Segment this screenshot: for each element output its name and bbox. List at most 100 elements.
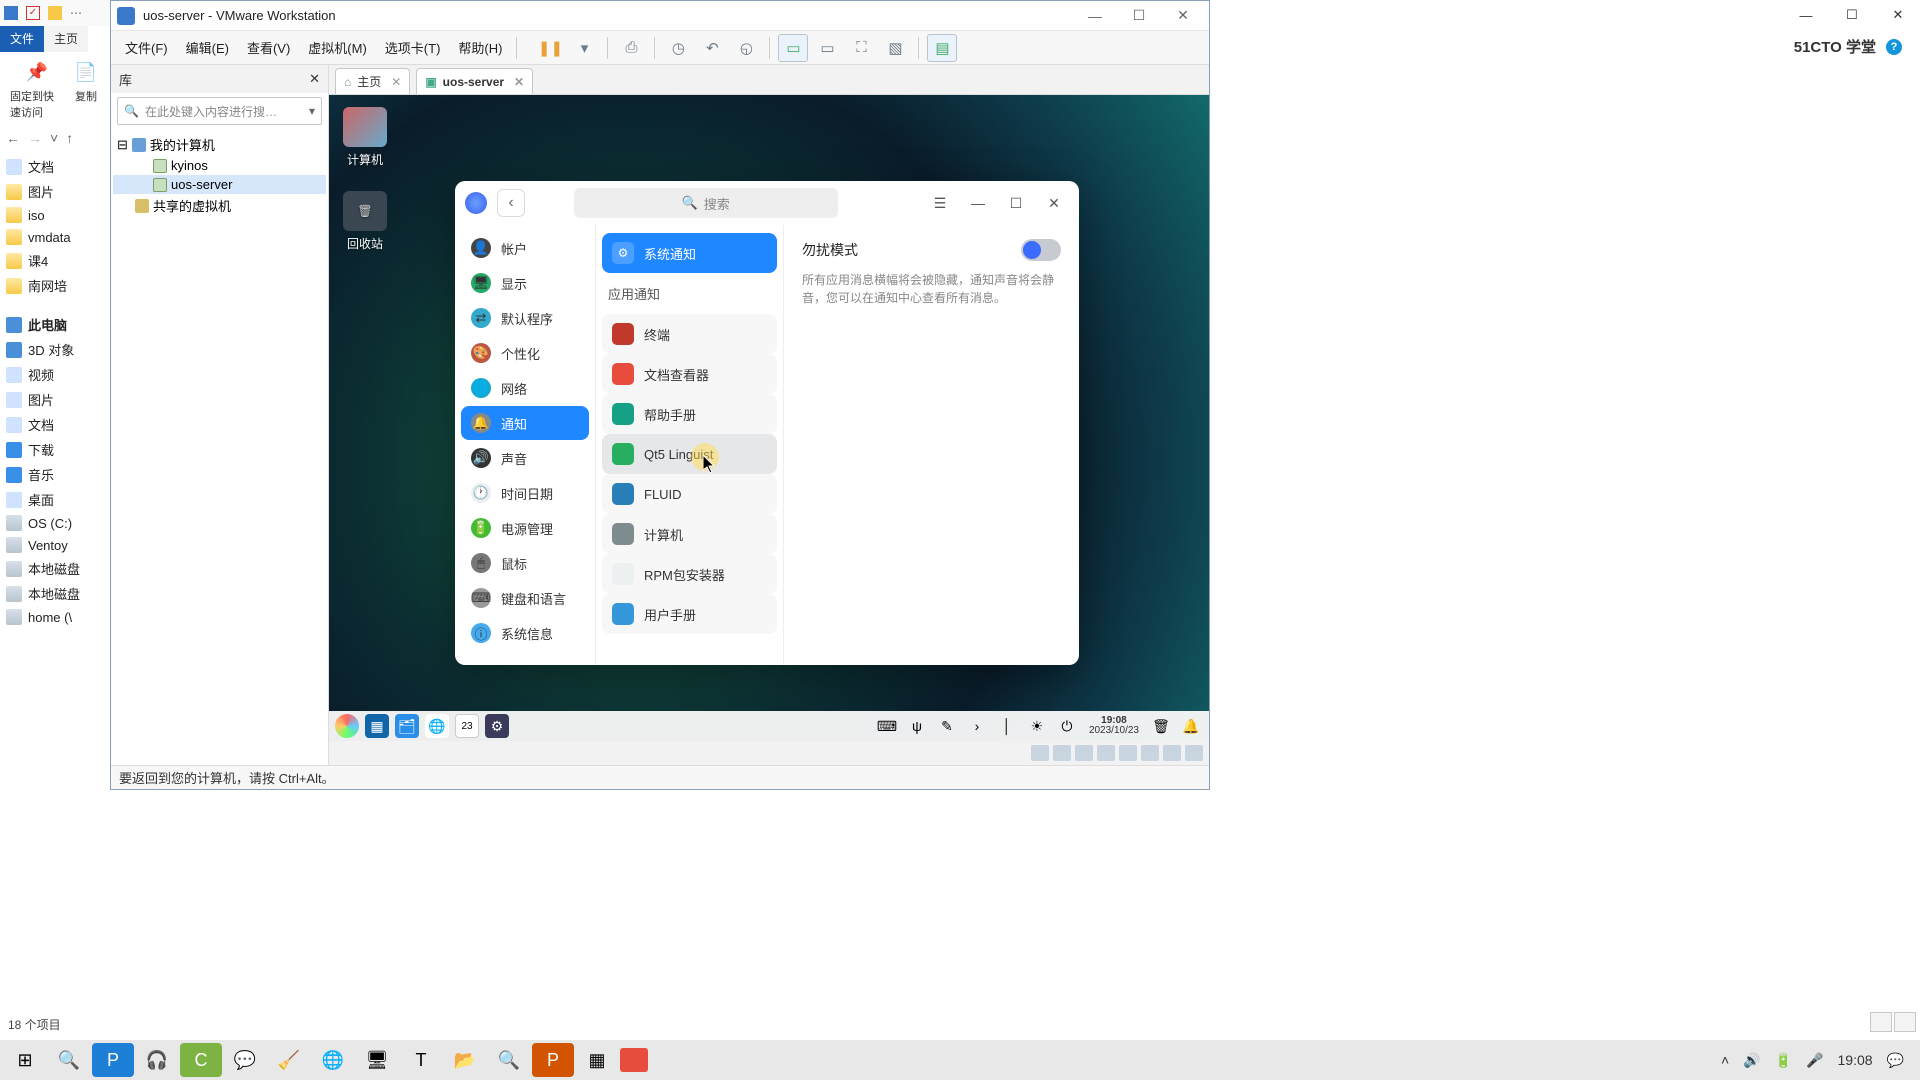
app-notification-item[interactable]: 计算机 [602, 514, 777, 554]
taskbar-app[interactable]: 🎧 [136, 1043, 178, 1077]
explorer-row[interactable]: 文档 [2, 154, 108, 179]
usb-icon[interactable]: ψ [905, 714, 929, 738]
view-fullscreen-icon[interactable]: ⛶ [846, 34, 876, 62]
category-显示[interactable]: 🖥显示 [461, 266, 589, 300]
start-button[interactable]: ⊞ [4, 1043, 46, 1077]
app-notification-item[interactable]: 用户手册 [602, 594, 777, 634]
menu-tabs[interactable]: 选项卡(T) [377, 34, 449, 61]
menu-button[interactable]: ☰ [925, 188, 955, 218]
display-icon[interactable] [1163, 745, 1181, 761]
settings-categories[interactable]: 👤帐户🖥显示⇄默认程序🎨个性化🌐网络🔔通知🔊声音🕐时间日期🔋电源管理🖱鼠标⌨键盘… [455, 225, 595, 665]
close-icon[interactable]: ✕ [391, 75, 401, 89]
taskbar-explorer-icon[interactable]: 📂 [444, 1043, 486, 1077]
multitask-icon[interactable]: ▦ [365, 714, 389, 738]
category-声音[interactable]: 🔊声音 [461, 441, 589, 475]
overflow-icon[interactable]: ⋯ [70, 6, 82, 20]
view-details-icon[interactable] [1870, 1012, 1892, 1032]
explorer-row[interactable]: Ventoy [2, 534, 108, 556]
explorer-row[interactable]: 文档 [2, 412, 108, 437]
explorer-row[interactable]: 桌面 [2, 487, 108, 512]
explorer-row[interactable]: 南网培 [2, 273, 108, 298]
view-console-icon[interactable]: ▭ [778, 34, 808, 62]
network-card-icon[interactable] [1075, 745, 1093, 761]
explorer-row[interactable]: 本地磁盘 [2, 556, 108, 581]
explorer-viewmode[interactable] [1870, 1012, 1916, 1032]
category-默认程序[interactable]: ⇄默认程序 [461, 301, 589, 335]
explorer-tab-home[interactable]: 主页 [44, 26, 88, 52]
close-icon[interactable]: ✕ [514, 75, 524, 89]
host-close-button[interactable]: ✕ [1884, 5, 1912, 25]
explorer-row[interactable]: 图片 [2, 387, 108, 412]
explorer-row[interactable]: iso [2, 204, 108, 226]
windows-taskbar[interactable]: ⊞ 🔍 P 🎧 C 💬 🧹 🌐 🖥 T 📂 🔍 P ▦ ˄ 🔊 🔋 🎤 19:0… [0, 1040, 1920, 1080]
tray-mic-icon[interactable]: 🎤 [1806, 1052, 1823, 1069]
close-button[interactable]: ✕ [1039, 188, 1069, 218]
launcher-icon[interactable] [335, 714, 359, 738]
dropdown-icon[interactable]: ▾ [309, 104, 315, 118]
history-dropdown-icon[interactable]: ˅ [50, 130, 58, 146]
app-notification-item[interactable]: RPM包安装器 [602, 554, 777, 594]
view-stretch-icon[interactable]: ▭ [812, 34, 842, 62]
sound-card-icon[interactable] [1119, 745, 1137, 761]
minimize-button[interactable]: — [963, 188, 993, 218]
app-notification-item[interactable]: 帮助手册 [602, 394, 777, 434]
taskbar-powerpoint-icon[interactable]: P [532, 1043, 574, 1077]
back-icon[interactable]: ← [6, 130, 20, 146]
vmware-titlebar[interactable]: uos-server - VMware Workstation — ☐ ✕ [111, 1, 1209, 31]
vmware-close-button[interactable]: ✕ [1163, 4, 1203, 28]
desktop-computer-icon[interactable]: 计算机 [343, 107, 387, 168]
settings-notification-list[interactable]: ⚙ 系统通知 应用通知 终端文档查看器帮助手册Qt5 LinguistFLUID… [595, 225, 783, 665]
category-电源管理[interactable]: 🔋电源管理 [461, 511, 589, 545]
category-个性化[interactable]: 🎨个性化 [461, 336, 589, 370]
tree-root[interactable]: 我的计算机 [150, 135, 215, 154]
host-minimize-button[interactable]: — [1792, 5, 1820, 25]
library-search-input[interactable]: 🔍 在此处键入内容进行搜… ▾ [117, 97, 322, 125]
taskbar-app[interactable] [620, 1048, 648, 1072]
taskbar-chrome-icon[interactable]: 🌐 [312, 1043, 354, 1077]
category-通知[interactable]: 🔔通知 [461, 406, 589, 440]
taskbar-app[interactable]: T [400, 1043, 442, 1077]
taskbar-vmware-icon[interactable]: ▦ [576, 1043, 618, 1077]
vmware-minimize-button[interactable]: — [1075, 4, 1115, 28]
cd-icon[interactable] [1053, 745, 1071, 761]
clock[interactable]: 19:082023/10/23 [1085, 714, 1143, 738]
app-notification-item[interactable]: 文档查看器 [602, 354, 777, 394]
explorer-row[interactable]: 3D 对象 [2, 337, 108, 362]
copy-button[interactable]: 📄复制 [72, 58, 100, 120]
library-toggle-icon[interactable]: ▤ [927, 34, 957, 62]
category-网络[interactable]: 🌐网络 [461, 371, 589, 405]
tray-chevron-icon[interactable]: ˄ [1721, 1052, 1729, 1068]
category-帐户[interactable]: 👤帐户 [461, 231, 589, 265]
library-tree[interactable]: ⊟我的计算机 kyinos uos-server 共享的虚拟机 [111, 129, 328, 221]
power-icon[interactable]: ⏻ [1055, 714, 1079, 738]
taskbar-app[interactable]: C [180, 1043, 222, 1077]
settings-search-input[interactable]: 🔍 搜索 [574, 188, 838, 218]
taskbar-everything-icon[interactable]: 🔍 [488, 1043, 530, 1077]
taskbar-app[interactable]: P [92, 1043, 134, 1077]
tray-notifications-icon[interactable]: 💬 [1887, 1052, 1904, 1069]
category-时间日期[interactable]: 🕐时间日期 [461, 476, 589, 510]
tray-battery-icon[interactable]: 🔋 [1775, 1052, 1792, 1069]
edit-icon[interactable]: ✎ [935, 714, 959, 738]
library-close-icon[interactable]: ✕ [309, 71, 320, 87]
unity-icon[interactable]: ▧ [880, 34, 910, 62]
printer-icon[interactable] [1097, 745, 1115, 761]
menu-view[interactable]: 查看(V) [239, 34, 298, 61]
app-notification-item[interactable]: 终端 [602, 314, 777, 354]
explorer-row[interactable]: 此电脑 [2, 312, 108, 337]
collapse-icon[interactable]: ⊟ [117, 137, 128, 153]
taskbar-search-icon[interactable]: 🔍 [48, 1043, 90, 1077]
taskbar-desktop-icon[interactable]: 🖥 [356, 1043, 398, 1077]
tray-clock[interactable]: 19:08 [1838, 1052, 1873, 1068]
brightness-icon[interactable]: ☀ [1025, 714, 1049, 738]
back-button[interactable]: ‹ [497, 189, 525, 217]
app-notification-item[interactable]: FLUID [602, 474, 777, 514]
pause-icon[interactable]: ❚❚ [535, 34, 565, 62]
explorer-row[interactable]: 本地磁盘 [2, 581, 108, 606]
chevron-right-icon[interactable]: › [965, 714, 989, 738]
tab-home[interactable]: ⌂主页✕ [335, 68, 410, 94]
keyboard-icon[interactable]: ⌨ [875, 714, 899, 738]
trash-tray-icon[interactable]: 🗑 [1149, 714, 1173, 738]
notification-tray-icon[interactable]: 🔔 [1179, 714, 1203, 738]
settings-taskbar-icon[interactable]: ⚙ [485, 714, 509, 738]
